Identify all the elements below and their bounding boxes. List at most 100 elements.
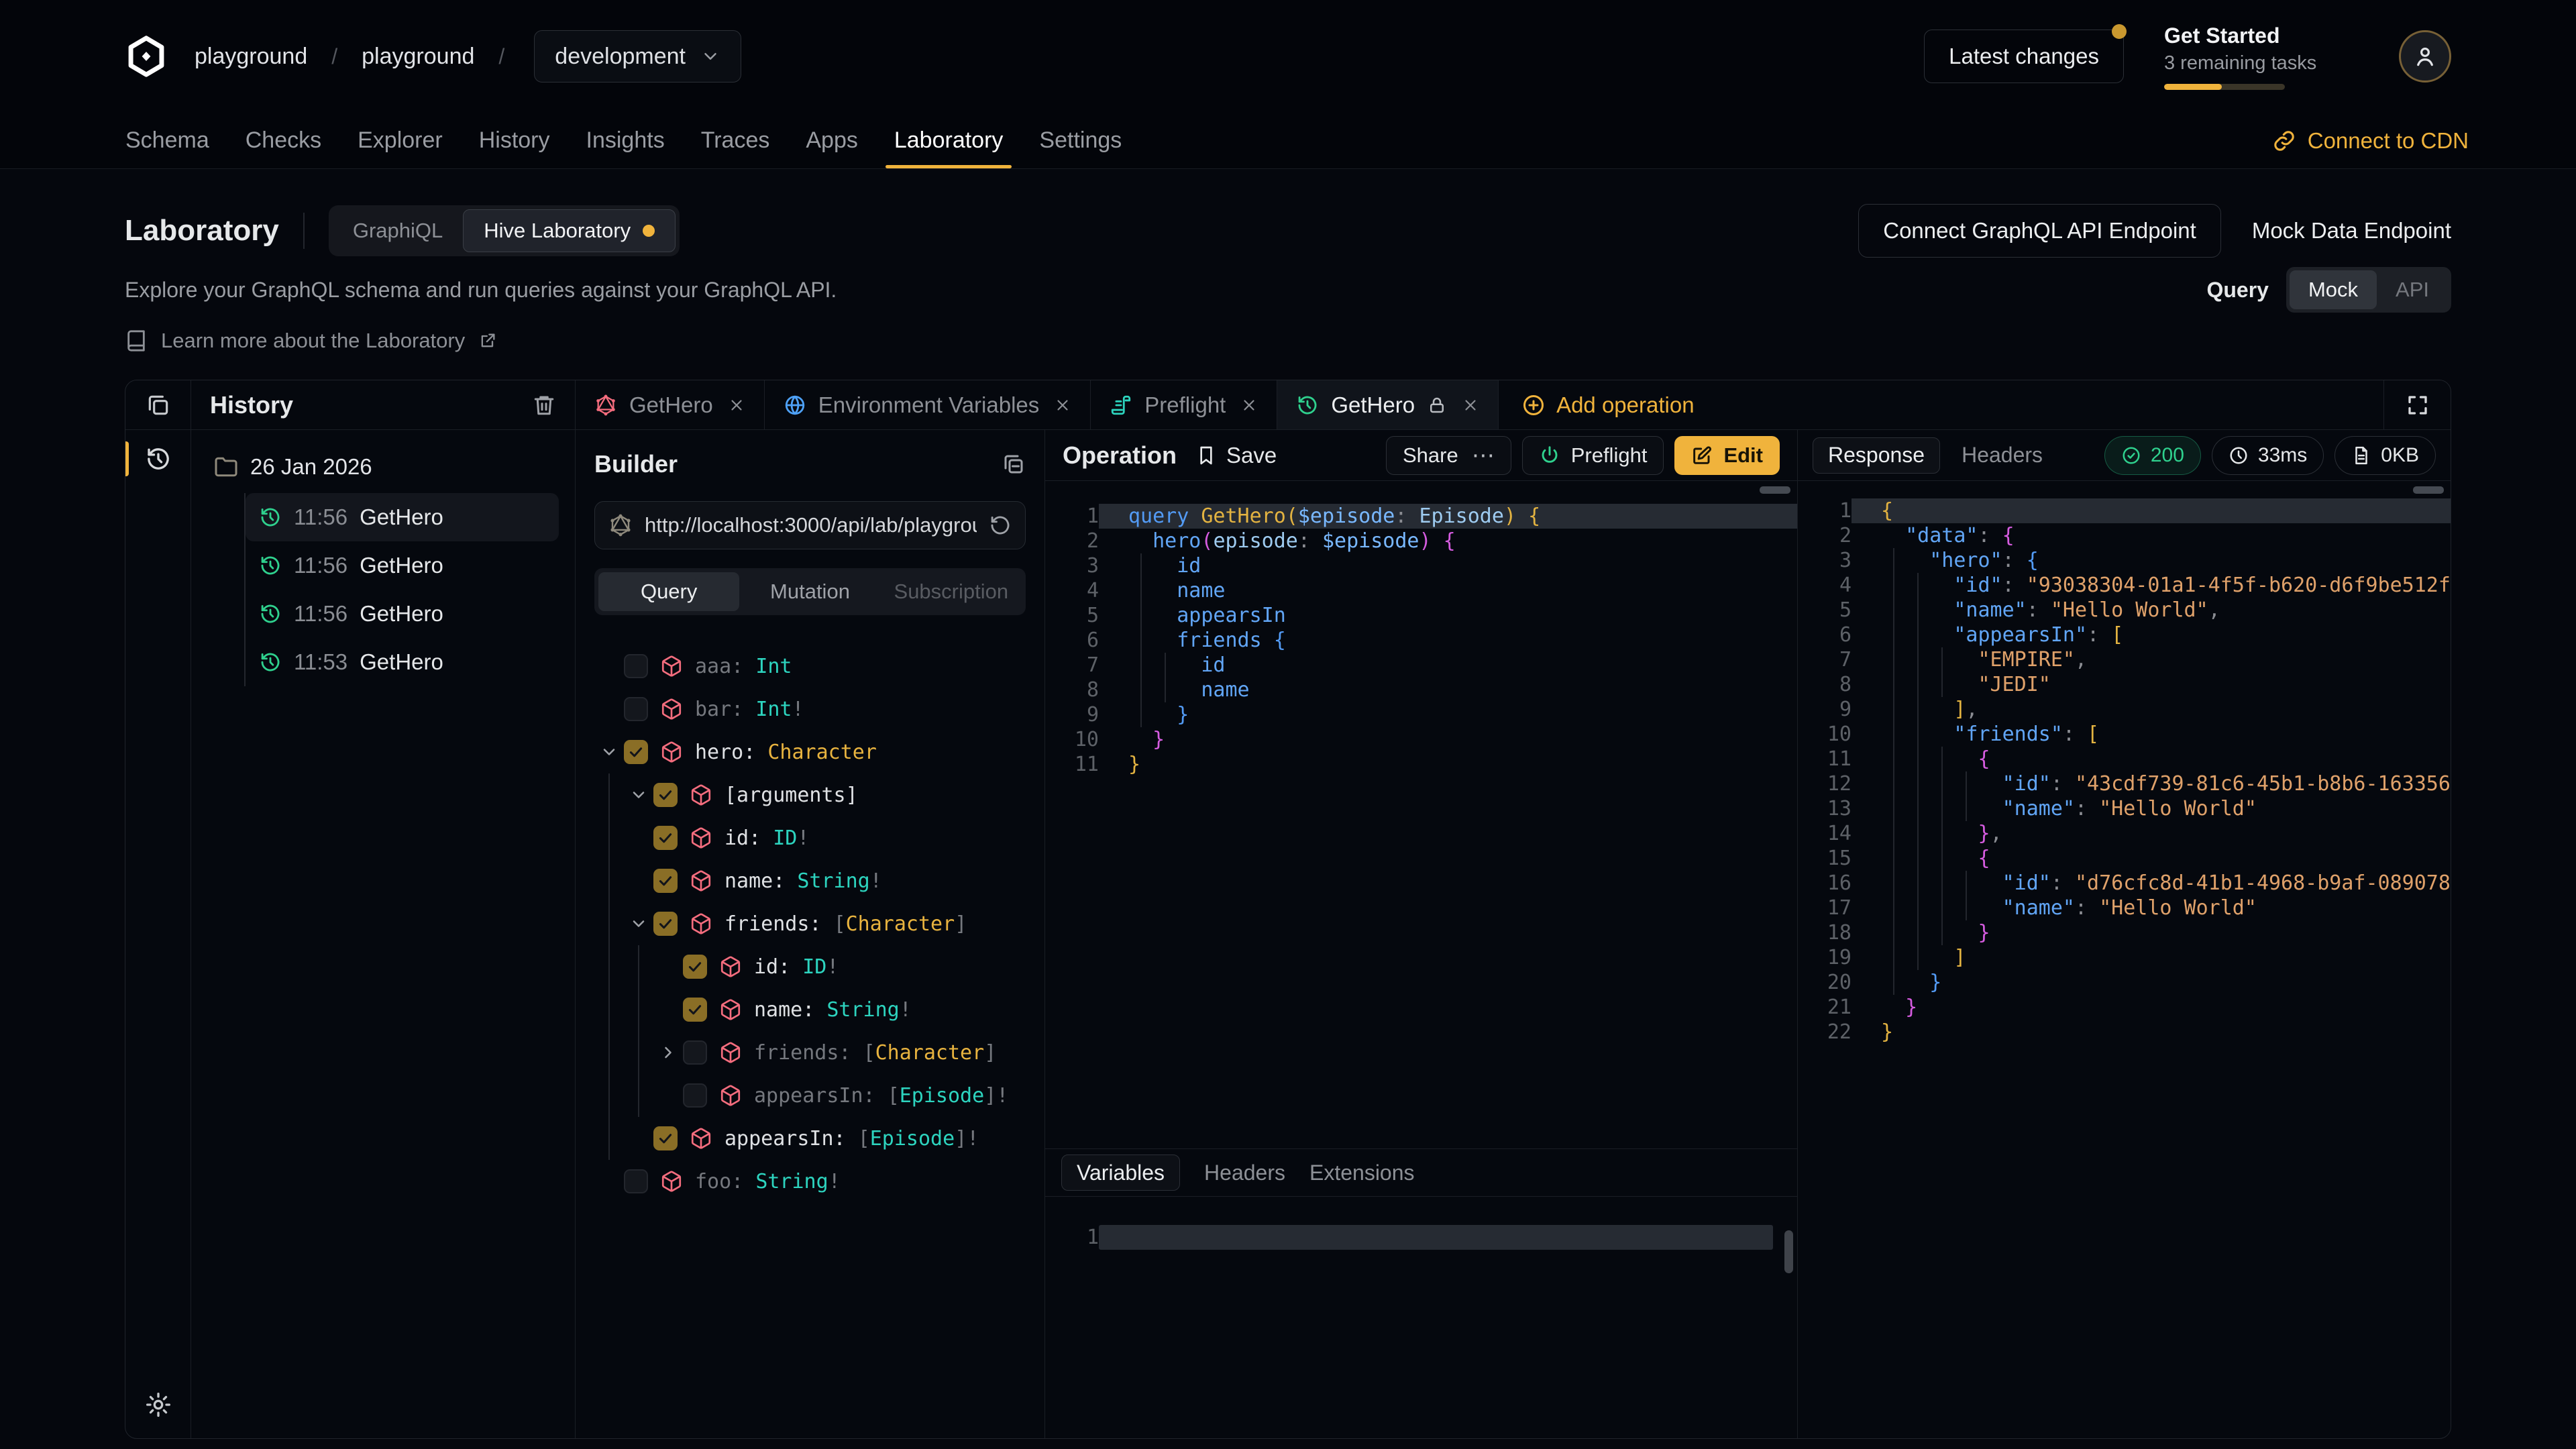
tree-field-row[interactable]: name: String! — [594, 988, 1026, 1031]
op-type-query[interactable]: Query — [598, 572, 739, 611]
tab-close-icon[interactable] — [1462, 396, 1479, 414]
clear-history-button[interactable] — [532, 393, 556, 417]
line-number: 14 — [1798, 821, 1851, 846]
nav-tab-checks[interactable]: Checks — [227, 113, 339, 168]
nav-tab-settings[interactable]: Settings — [1021, 113, 1140, 168]
share-button[interactable]: Share⋯ — [1386, 436, 1511, 475]
tab-response-headers[interactable]: Headers — [1962, 443, 2043, 468]
tab-close-icon[interactable] — [1240, 396, 1258, 414]
tab-close-icon[interactable] — [1054, 396, 1071, 414]
line-number: 7 — [1045, 653, 1099, 678]
tree-field-row[interactable]: friends: [Character] — [594, 1031, 1026, 1074]
tree-field-row[interactable]: name: String! — [594, 859, 1026, 902]
tree-field-row[interactable]: appearsIn: [Episode]! — [594, 1074, 1026, 1117]
settings-button[interactable] — [145, 1391, 172, 1418]
field-checkbox[interactable] — [653, 869, 678, 893]
scrollbar-thumb[interactable] — [1784, 1230, 1793, 1273]
history-item[interactable]: 11:56GetHero — [246, 541, 559, 590]
chevron-down-icon[interactable] — [624, 914, 653, 933]
tree-field-row[interactable]: foo: String! — [594, 1160, 1026, 1203]
connect-endpoint-button[interactable]: Connect GraphQL API Endpoint — [1858, 204, 2221, 258]
field-checkbox[interactable] — [653, 912, 678, 936]
query-target-mock[interactable]: Mock — [2290, 270, 2377, 309]
operation-tab-gethero[interactable]: GetHero — [1277, 380, 1499, 429]
history-item[interactable]: 11:56GetHero — [246, 590, 559, 638]
learn-more-link[interactable]: Learn more about the Laboratory — [161, 329, 465, 353]
history-date-group[interactable]: 26 Jan 2026 — [191, 454, 575, 480]
scrollbar-thumb[interactable] — [1760, 486, 1790, 494]
tab-close-icon[interactable] — [728, 396, 745, 414]
field-checkbox[interactable] — [653, 826, 678, 850]
chevron-down-icon[interactable] — [594, 743, 624, 761]
tree-field-row[interactable]: aaa: Int — [594, 645, 1026, 688]
field-checkbox[interactable] — [683, 1040, 707, 1065]
tab-extensions[interactable]: Extensions — [1309, 1161, 1415, 1185]
connect-to-cdn-link[interactable]: Connect to CDN — [2273, 113, 2469, 168]
nav-tab-insights[interactable]: Insights — [568, 113, 683, 168]
mode-hive-laboratory[interactable]: Hive Laboratory — [463, 209, 676, 252]
tab-headers[interactable]: Headers — [1204, 1161, 1285, 1185]
fullscreen-button[interactable] — [2383, 380, 2451, 429]
history-item[interactable]: 11:53GetHero — [246, 638, 559, 686]
chevron-down-icon[interactable] — [624, 786, 653, 804]
nav-tab-laboratory[interactable]: Laboratory — [876, 113, 1022, 168]
cube-icon — [690, 912, 712, 935]
get-started-widget[interactable]: Get Started 3 remaining tasks — [2164, 23, 2359, 90]
field-checkbox[interactable] — [683, 998, 707, 1022]
more-icon[interactable]: ⋯ — [1472, 442, 1495, 469]
tree-field-row[interactable]: [arguments] — [594, 773, 1026, 816]
mock-endpoint-button[interactable]: Mock Data Endpoint — [2252, 218, 2451, 244]
operation-tab-gethero[interactable]: GetHero — [576, 380, 765, 429]
nav-tab-schema[interactable]: Schema — [107, 113, 227, 168]
field-checkbox[interactable] — [624, 740, 648, 764]
field-checkbox[interactable] — [624, 697, 648, 721]
rail-item-history[interactable] — [125, 430, 191, 488]
field-checkbox[interactable] — [683, 1083, 707, 1108]
clock-icon — [2229, 445, 2249, 466]
preflight-button[interactable]: Preflight — [1522, 436, 1664, 475]
line-content: "data": { — [1851, 523, 2451, 548]
endpoint-url-input[interactable]: http://localhost:3000/api/lab/playground — [594, 501, 1026, 549]
op-type-mutation[interactable]: Mutation — [739, 572, 880, 611]
collapse-all-button[interactable] — [1002, 452, 1026, 476]
field-checkbox[interactable] — [653, 783, 678, 807]
latest-changes-button[interactable]: Latest changes — [1924, 30, 2124, 83]
refresh-schema-button[interactable] — [989, 514, 1012, 537]
chevron-right-icon[interactable] — [653, 1043, 683, 1062]
tree-field-row[interactable]: friends: [Character] — [594, 902, 1026, 945]
add-operation-button[interactable]: Add operation — [1499, 380, 1717, 429]
tree-field-row[interactable]: id: ID! — [594, 816, 1026, 859]
tab-response[interactable]: Response — [1813, 437, 1940, 474]
nav-tab-explorer[interactable]: Explorer — [339, 113, 461, 168]
nav-tab-apps[interactable]: Apps — [788, 113, 876, 168]
breadcrumb-project[interactable]: playground — [362, 44, 474, 70]
op-type-subscription[interactable]: Subscription — [881, 572, 1022, 611]
field-checkbox[interactable] — [624, 654, 648, 678]
mode-graphiql[interactable]: GraphiQL — [333, 209, 463, 252]
tree-field-row[interactable]: appearsIn: [Episode]! — [594, 1117, 1026, 1160]
rail-pages-button[interactable] — [125, 380, 191, 429]
query-target-api[interactable]: API — [2377, 270, 2448, 309]
variables-editor[interactable]: 1 — [1045, 1197, 1797, 1438]
edit-button[interactable]: Edit — [1674, 436, 1780, 475]
tree-field-row[interactable]: id: ID! — [594, 945, 1026, 988]
user-avatar[interactable] — [2399, 30, 2451, 83]
breadcrumb-org[interactable]: playground — [195, 44, 307, 70]
tree-field-row[interactable]: bar: Int! — [594, 688, 1026, 731]
history-item[interactable]: 11:56GetHero — [246, 493, 559, 541]
save-button[interactable]: Save — [1195, 443, 1277, 468]
history-icon — [259, 554, 282, 577]
query-editor[interactable]: 1query GetHero($episode: Episode) {2 her… — [1045, 481, 1797, 1148]
field-checkbox[interactable] — [683, 955, 707, 979]
field-checkbox[interactable] — [624, 1169, 648, 1193]
response-viewer[interactable]: 1{2 "data": {3 "hero": {4 "id": "9303830… — [1798, 481, 2451, 1438]
tree-field-row[interactable]: hero: Character — [594, 731, 1026, 773]
nav-tab-history[interactable]: History — [461, 113, 568, 168]
operation-tab-preflight[interactable]: Preflight — [1091, 380, 1277, 429]
field-checkbox[interactable] — [653, 1126, 678, 1150]
operation-tab-environment-variables[interactable]: Environment Variables — [765, 380, 1091, 429]
nav-tab-traces[interactable]: Traces — [683, 113, 788, 168]
scrollbar-thumb[interactable] — [2413, 486, 2444, 494]
tab-variables[interactable]: Variables — [1061, 1155, 1180, 1191]
environment-select[interactable]: development — [534, 30, 741, 83]
